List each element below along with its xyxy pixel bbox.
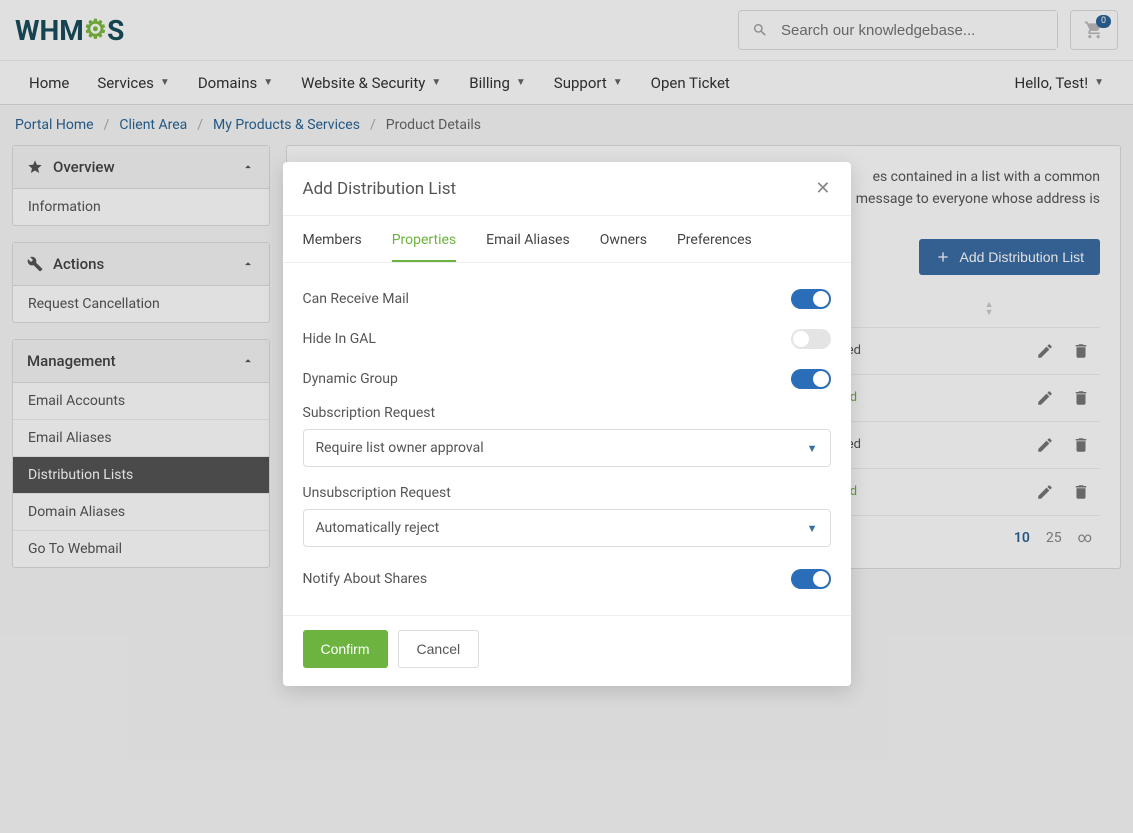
tab-members[interactable]: Members bbox=[303, 232, 362, 262]
modal-overlay: Add Distribution List ✕ Members Properti… bbox=[0, 0, 1133, 833]
toggle-can-receive-mail[interactable] bbox=[791, 289, 831, 309]
label-subscription-request: Subscription Request bbox=[303, 405, 831, 421]
modal-tabs: Members Properties Email Aliases Owners … bbox=[283, 216, 851, 263]
select-value: Automatically reject bbox=[316, 520, 807, 536]
select-unsubscription-request[interactable]: Automatically reject ▼ bbox=[303, 509, 831, 547]
modal-title: Add Distribution List bbox=[303, 179, 457, 199]
select-value: Require list owner approval bbox=[316, 440, 807, 456]
label-notify-shares: Notify About Shares bbox=[303, 571, 791, 587]
label-dynamic-group: Dynamic Group bbox=[303, 371, 791, 387]
tab-email-aliases[interactable]: Email Aliases bbox=[486, 232, 570, 262]
close-icon[interactable]: ✕ bbox=[815, 178, 830, 199]
add-distribution-list-modal: Add Distribution List ✕ Members Properti… bbox=[283, 162, 851, 686]
tab-preferences[interactable]: Preferences bbox=[677, 232, 752, 262]
toggle-dynamic-group[interactable] bbox=[791, 369, 831, 389]
tab-properties[interactable]: Properties bbox=[392, 232, 456, 262]
modal-header: Add Distribution List ✕ bbox=[283, 162, 851, 216]
modal-body: Can Receive Mail Hide In GAL Dynamic Gro… bbox=[283, 263, 851, 615]
select-subscription-request[interactable]: Require list owner approval ▼ bbox=[303, 429, 831, 467]
label-unsubscription-request: Unsubscription Request bbox=[303, 485, 831, 501]
cancel-button[interactable]: Cancel bbox=[398, 630, 480, 668]
toggle-notify-shares[interactable] bbox=[791, 569, 831, 589]
label-can-receive-mail: Can Receive Mail bbox=[303, 291, 791, 307]
chevron-down-icon: ▼ bbox=[807, 442, 818, 455]
confirm-button[interactable]: Confirm bbox=[303, 630, 388, 668]
modal-footer: Confirm Cancel bbox=[283, 615, 851, 686]
tab-owners[interactable]: Owners bbox=[600, 232, 647, 262]
label-hide-in-gal: Hide In GAL bbox=[303, 331, 791, 347]
chevron-down-icon: ▼ bbox=[807, 522, 818, 535]
toggle-hide-in-gal[interactable] bbox=[791, 329, 831, 349]
